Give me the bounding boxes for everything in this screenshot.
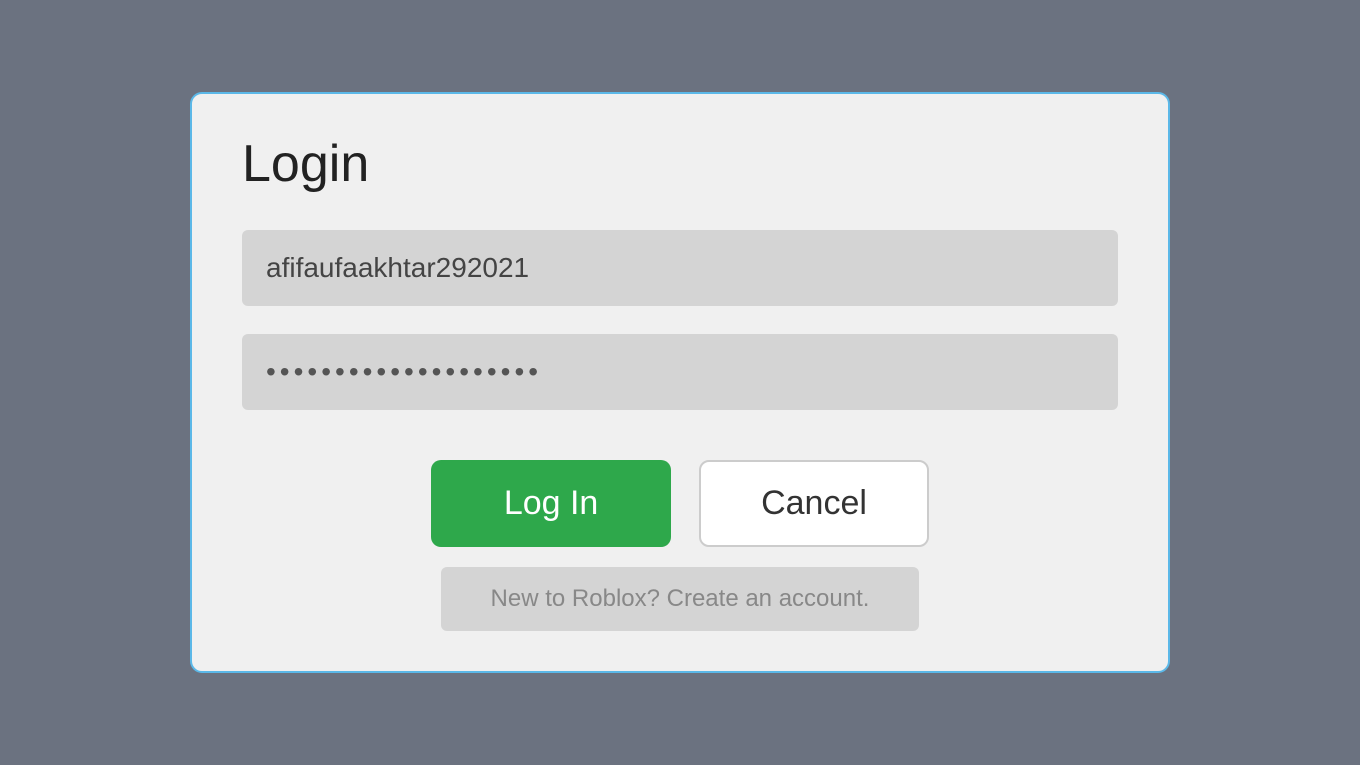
login-dialog: Login Log In Cancel New to Roblox? Creat… [190,92,1170,673]
password-input[interactable] [242,334,1118,410]
action-buttons: Log In Cancel [431,460,929,547]
username-input[interactable] [242,230,1118,306]
create-account-button[interactable]: New to Roblox? Create an account. [441,567,920,631]
button-row: Log In Cancel New to Roblox? Create an a… [242,460,1118,631]
login-button[interactable]: Log In [431,460,671,547]
cancel-button[interactable]: Cancel [699,460,929,547]
dialog-title: Login [242,134,1118,194]
